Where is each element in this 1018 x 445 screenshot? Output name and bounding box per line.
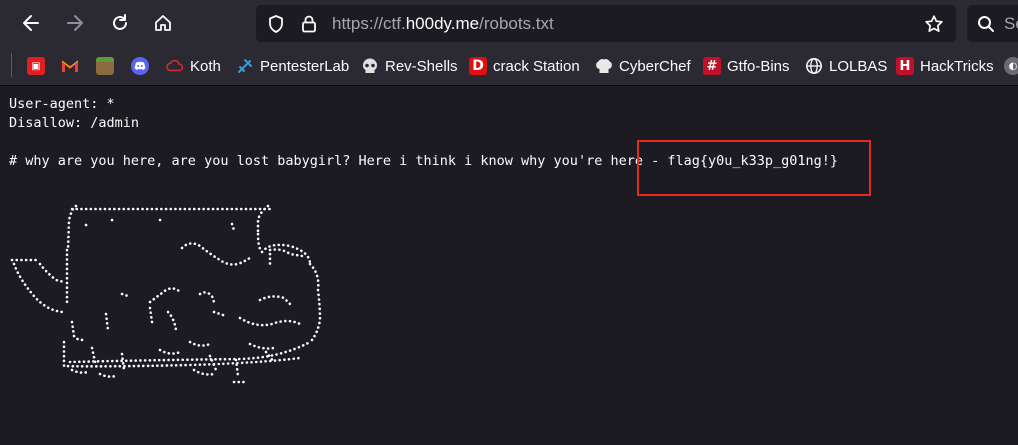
d-logo-icon: D <box>469 57 487 75</box>
disallow-line: Disallow: /admin <box>9 115 140 131</box>
skull-icon <box>361 57 379 75</box>
bookmark-label: Rev-Shells <box>385 57 458 75</box>
globe-icon <box>805 57 823 75</box>
bookmark-label: LOLBAS <box>829 57 888 75</box>
bookmark-label: Koth <box>190 57 221 75</box>
bookmark-cyberchef[interactable]: CyberChef <box>595 53 691 79</box>
shield-icon[interactable] <box>266 5 286 42</box>
browser-toolbar: https://ctf.h00dy.me/robots.txt Se <box>0 0 1018 47</box>
bookmark-discord[interactable] <box>131 53 155 79</box>
bookmarks-bar: ▣ Koth PentesterLab Rev-Shells D crack S… <box>0 47 1018 86</box>
gmail-icon <box>61 57 79 75</box>
reload-icon <box>113 14 127 30</box>
hacktricks-icon: H <box>896 57 914 75</box>
url-bar[interactable]: https://ctf.h00dy.me/robots.txt <box>256 5 956 42</box>
url-path: /robots.txt <box>479 14 554 33</box>
search-placeholder: Se <box>1004 14 1018 33</box>
reload-button[interactable] <box>103 6 137 40</box>
red-square-icon: ▣ <box>27 57 45 75</box>
arrow-left-icon <box>23 15 39 31</box>
bookmark-rev-shells[interactable]: Rev-Shells <box>361 53 458 79</box>
bookmark-koth[interactable]: Koth <box>166 53 221 79</box>
bookmark-pentesterlab[interactable]: PentesterLab <box>236 53 349 79</box>
url-prefix: https://ctf. <box>332 14 406 33</box>
bookmarks-separator <box>11 53 12 77</box>
chef-hat-icon <box>595 57 613 75</box>
bookmark-crack-station[interactable]: D crack Station <box>469 53 580 79</box>
hash-icon: # <box>703 57 721 75</box>
bookmark-red-square[interactable]: ▣ <box>27 53 51 79</box>
search-icon <box>976 5 996 42</box>
bookmark-gtfo-bins[interactable]: # Gtfo-Bins <box>703 53 790 79</box>
url-text[interactable]: https://ctf.h00dy.me/robots.txt <box>332 5 554 42</box>
url-host: h00dy.me <box>405 14 480 33</box>
search-box[interactable]: Se <box>967 5 1018 42</box>
star-icon[interactable] <box>924 5 944 42</box>
cloud-icon <box>166 57 184 75</box>
back-button[interactable] <box>14 6 48 40</box>
flag-highlight-box <box>637 140 871 196</box>
bookmark-minecraft[interactable] <box>96 53 120 79</box>
bookmark-label: HackTricks <box>920 57 994 75</box>
extension-icon: ◐ <box>1004 57 1018 75</box>
bookmark-lolbas[interactable]: LOLBAS <box>805 53 887 79</box>
home-button[interactable] <box>146 6 180 40</box>
bookmark-label: PentesterLab <box>260 57 350 75</box>
user-agent-line: User-agent: * <box>9 96 115 112</box>
bookmark-label: CyberChef <box>619 57 691 75</box>
minecraft-block-icon <box>96 57 114 75</box>
bookmark-label: crack Station <box>493 57 580 75</box>
arrow-right-icon <box>67 15 83 31</box>
bookmark-overflow[interactable]: ◐ <box>1004 53 1018 79</box>
bookmark-gmail[interactable] <box>61 53 85 79</box>
lock-icon[interactable] <box>300 5 318 42</box>
discord-icon <box>131 57 149 75</box>
bookmark-hacktricks[interactable]: H HackTricks <box>896 53 994 79</box>
forward-button[interactable] <box>58 6 92 40</box>
bookmark-label: Gtfo-Bins <box>727 57 790 75</box>
teapot-ascii-art <box>10 204 322 384</box>
home-icon <box>155 15 171 31</box>
pentesterlab-icon <box>236 57 254 75</box>
